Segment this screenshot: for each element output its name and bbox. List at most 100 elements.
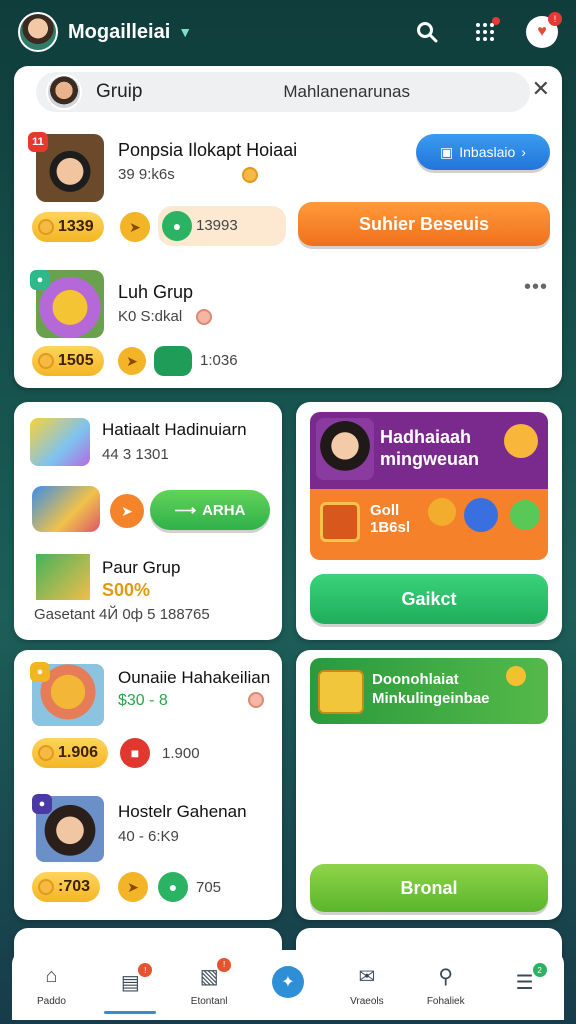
promo-title: Hadhaiaah mingweuan bbox=[380, 427, 480, 469]
emoji-icon bbox=[464, 498, 498, 532]
coins-value: 1.906 bbox=[58, 744, 99, 761]
item-sub: 40 - 6:K9 bbox=[118, 828, 179, 845]
grid-icon[interactable] bbox=[468, 15, 502, 49]
calendar-icon: ▤! bbox=[116, 963, 153, 995]
group-action-label: Inbaslaio bbox=[459, 144, 516, 160]
group-name[interactable]: Ponpsia Ilokapt Hoiaai bbox=[118, 140, 297, 161]
left-card-2: ● Ounaiie Hahakeilian $30 - 8 1.906 ■ 1.… bbox=[14, 650, 282, 920]
extra-value: 1.900 bbox=[162, 745, 200, 762]
chat-icon: ● bbox=[158, 872, 188, 902]
coins-pill: 1339 bbox=[32, 212, 104, 242]
card-title: Hatiaalt Hadinuiarn bbox=[102, 420, 247, 439]
coins-pill: :703 bbox=[32, 872, 101, 902]
group-name[interactable]: Luh Grup bbox=[118, 282, 193, 303]
coin-icon bbox=[248, 692, 264, 708]
group-action-pill[interactable]: ▣ Inbaslaio › bbox=[416, 134, 550, 170]
card-footer: Gasetant 4Й 0ф 5 188765 bbox=[34, 606, 210, 623]
extra-value: 705 bbox=[196, 879, 222, 896]
promo-title-2: Doonohlaiat Minkulingeinbae bbox=[372, 671, 490, 707]
search-icon: ⚲ bbox=[438, 966, 454, 988]
shop-icon: ▧! bbox=[195, 957, 232, 990]
emoji-icon bbox=[504, 424, 538, 458]
card-action-label: ARHA bbox=[202, 501, 246, 519]
nav-calendar[interactable]: ▤! bbox=[91, 950, 170, 1020]
chip-value: 1:036 bbox=[200, 352, 238, 369]
nav-badge: ! bbox=[217, 957, 232, 972]
more-icon[interactable]: ••• bbox=[524, 276, 548, 299]
emoji-icon bbox=[428, 498, 456, 526]
active-indicator bbox=[104, 1011, 157, 1014]
search-avatar bbox=[46, 74, 82, 110]
bottom-nav: ⌂ Paddo ▤! ▧! Etontanl ✦ ✉ Vraeols ⚲ Foh… bbox=[12, 950, 564, 1020]
notification-icon[interactable]: ♥ ! bbox=[526, 12, 562, 48]
chip-value: 13993 bbox=[196, 217, 238, 234]
left-card-1: Hatiaalt Hadinuiarn 44 3 1301 ➤ ⟶ ARHA P… bbox=[14, 402, 282, 640]
second-title: Paur Grup bbox=[102, 558, 181, 577]
nav-bird[interactable]: ✦ bbox=[249, 950, 328, 1020]
forward-icon[interactable]: ➤ bbox=[110, 494, 144, 528]
coins-value: :703 bbox=[58, 878, 91, 895]
gift-icon: ■ bbox=[120, 738, 150, 768]
card-action-button[interactable]: ⟶ ARHA bbox=[150, 490, 270, 530]
coins-value: 1339 bbox=[58, 218, 94, 235]
group-badge: ● bbox=[30, 270, 50, 290]
item-badge: ● bbox=[32, 794, 52, 814]
item-name[interactable]: Ounaiie Hahakeilian bbox=[118, 668, 270, 688]
coin-icon bbox=[38, 219, 54, 235]
arrow-icon: ⟶ bbox=[174, 502, 197, 519]
search-bar[interactable]: Gruip Mahlanenarunas bbox=[36, 72, 530, 112]
user-avatar[interactable] bbox=[18, 12, 58, 52]
chevron-right-icon: › bbox=[521, 144, 526, 160]
group-main-button[interactable]: Suhier Beseuis bbox=[298, 202, 550, 246]
nav-badge: 2 bbox=[532, 963, 547, 977]
group-sub: K0 S:dkal bbox=[118, 308, 183, 325]
treasure-icon bbox=[318, 670, 364, 714]
item-sub: $30 - 8 bbox=[118, 692, 168, 709]
chat-icon: ✉ bbox=[358, 966, 376, 988]
group-image bbox=[32, 486, 100, 532]
nav-home[interactable]: ⌂ Paddo bbox=[12, 950, 91, 1020]
promo-button[interactable]: Gaikct bbox=[310, 574, 548, 624]
chip-icon: ● bbox=[162, 211, 192, 241]
notification-badge: ! bbox=[548, 12, 562, 26]
search-icon[interactable] bbox=[410, 15, 444, 49]
boost-icon[interactable]: ➤ bbox=[118, 347, 146, 375]
app-title: Mogailleiai bbox=[68, 20, 171, 43]
chevron-down-icon[interactable]: ▼ bbox=[178, 24, 192, 40]
list-icon: ☰ 2 bbox=[511, 963, 547, 995]
second-value: S00% bbox=[102, 580, 151, 600]
doc-icon: ▣ bbox=[440, 143, 454, 160]
boost-icon[interactable]: ➤ bbox=[118, 872, 148, 902]
top-bar: Mogailleiai ▼ ♥ ! bbox=[0, 0, 576, 64]
nav-list[interactable]: ☰ 2 bbox=[485, 950, 564, 1020]
promo-button-2[interactable]: Bronal bbox=[310, 864, 548, 912]
nav-shop[interactable]: ▧! Etontanl bbox=[170, 950, 249, 1020]
nav-label: Fohaliek bbox=[426, 995, 465, 1007]
right-card-1: Hadhaiaah mingweuan Goll 1B6sl Gaikct bbox=[296, 402, 562, 640]
boost-icon[interactable]: ➤ bbox=[120, 212, 150, 242]
bird-icon: ✦ bbox=[272, 966, 304, 998]
coins-pill: 1.906 bbox=[32, 738, 109, 768]
coin-icon bbox=[38, 353, 54, 369]
coins-value: 1505 bbox=[58, 352, 94, 369]
card-sub: 44 3 1301 bbox=[102, 446, 169, 463]
trophy-icon bbox=[30, 418, 90, 466]
emoji-icon bbox=[506, 666, 526, 686]
nav-label: Etontanl bbox=[190, 995, 228, 1007]
close-icon[interactable]: ✕ bbox=[532, 76, 550, 102]
coin-icon bbox=[38, 745, 54, 761]
promo-banner[interactable]: Hadhaiaah mingweuan Goll 1B6sl bbox=[310, 412, 548, 560]
promo-sub: Goll 1B6sl bbox=[370, 502, 411, 536]
nav-badge: ! bbox=[138, 963, 153, 977]
item-name[interactable]: Hostelr Gahenan bbox=[118, 802, 247, 822]
item-badge: ● bbox=[30, 662, 50, 682]
search-left-text: Gruip bbox=[96, 81, 143, 102]
nav-chat[interactable]: ✉ Vraeols bbox=[327, 950, 406, 1020]
promo-banner-2[interactable]: Doonohlaiat Minkulingeinbae bbox=[310, 658, 548, 724]
nav-search[interactable]: ⚲ Fohaliek bbox=[406, 950, 485, 1020]
coin-icon bbox=[196, 309, 212, 325]
groups-card: Gruip Mahlanenarunas ✕ 11 Ponpsia Ilokap… bbox=[14, 66, 562, 388]
right-card-2: Doonohlaiat Minkulingeinbae Bronal bbox=[296, 650, 562, 920]
promo-avatar bbox=[316, 418, 374, 480]
nav-label: Vraeols bbox=[350, 995, 384, 1007]
